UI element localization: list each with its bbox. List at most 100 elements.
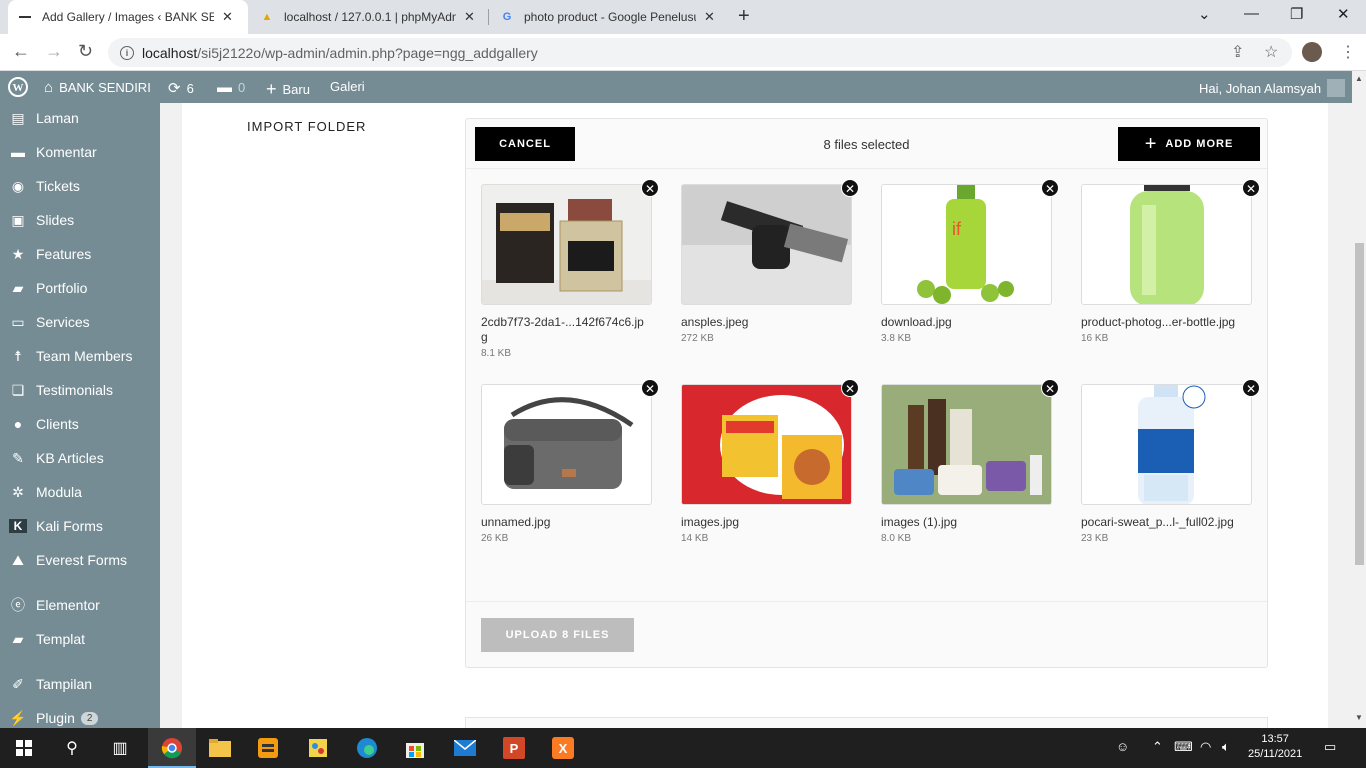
people-icon[interactable]: ☺ [1116,739,1129,754]
clients-icon: ● [13,416,23,432]
add-more-label: ADD MORE [1165,138,1234,150]
bookmark-star-icon[interactable]: ☆ [1264,42,1278,62]
info-icon[interactable]: i [120,45,134,60]
browser-tab-phpmyadmin[interactable]: ▲ localhost / 127.0.0.1 | phpMyAdmin ✕ [250,0,486,34]
search-icon[interactable]: ⚲ [58,734,86,762]
file-explorer-icon[interactable] [206,734,234,762]
sidebar-item-slides[interactable]: ▣ Slides [0,205,160,235]
close-tab-icon[interactable]: ✕ [222,9,233,25]
tab-title: photo product - Google Penelusuran [524,10,696,24]
page-scrollbar[interactable]: ▲ ▼ [1352,71,1366,728]
file-name: unnamed.jpg [481,515,551,529]
reload-icon[interactable]: ↻ [78,41,93,62]
windows-start-icon[interactable] [10,734,38,762]
xampp-icon[interactable]: X [549,734,577,762]
close-tab-icon[interactable]: ✕ [464,9,475,25]
remove-file-icon[interactable]: ✕ [1041,179,1059,197]
elementor-icon: ⓔ [11,597,25,613]
remove-file-icon[interactable]: ✕ [641,379,659,397]
my-account-link[interactable]: Hai, Johan Alamsyah [1199,79,1346,97]
new-content-link[interactable]: + Baru [266,79,310,100]
mail-icon[interactable] [451,734,479,762]
powerpoint-icon[interactable]: P [500,734,528,762]
site-name-link[interactable]: ⌂ BANK SENDIRI [44,79,151,96]
file-thumbnail-watch [681,184,852,305]
sublime-text-icon[interactable] [254,734,282,762]
new-tab-button[interactable]: + [738,5,750,28]
sidebar-item-team-members[interactable]: ☨ Team Members [0,341,160,371]
sidebar-item-komentar[interactable]: ▬ Komentar [0,137,160,167]
sidebar-item-modula[interactable]: ✲ Modula [0,477,160,507]
forward-icon[interactable]: → [45,41,63,62]
share-icon[interactable]: ⇪ [1231,42,1244,62]
wordpress-favicon-icon [18,10,32,24]
remove-file-icon[interactable]: ✕ [841,379,859,397]
comments-link[interactable]: ▬ 0 [217,79,245,96]
chrome-icon[interactable] [158,734,186,762]
menu-dots-icon[interactable]: ⋮ [1340,42,1356,62]
sidebar-item-label: Team Members [36,348,133,364]
sidebar-item-everest-forms[interactable]: ⛰ Everest Forms [0,545,160,575]
file-name: 2cdb7f73-2da1-...142f674c6.jpg [481,315,644,344]
restore-icon[interactable]: ❐ [1290,5,1303,23]
sidebar-item-kali-forms[interactable]: K Kali Forms [0,511,160,541]
sidebar-item-testimonials[interactable]: ❏ Testimonials [0,375,160,405]
folder-icon: ▰ [12,279,24,296]
file-item: product-photog...er-bottle.jpg 16 KB [1081,184,1253,344]
upload-files-button[interactable]: UPLOAD 8 FILES [481,618,634,652]
plus-icon: + [266,79,277,99]
profile-avatar[interactable] [1302,42,1322,62]
sidebar-item-elementor[interactable]: ⓔ Elementor [0,590,160,620]
microsoft-store-icon[interactable] [401,734,429,762]
input-method-icon[interactable]: ⌨ [1174,739,1193,755]
url-field[interactable]: i localhost/si5j2122o/wp-admin/admin.php… [108,38,1292,67]
wifi-icon[interactable]: ◠ [1200,739,1211,755]
edge-icon[interactable] [353,734,381,762]
remove-file-icon[interactable]: ✕ [641,179,659,197]
add-more-button[interactable]: + ADD MORE [1118,127,1260,161]
remove-file-icon[interactable]: ✕ [1041,379,1059,397]
task-view-icon[interactable]: ▥ [106,734,134,762]
scroll-up-icon[interactable]: ▲ [1355,74,1363,83]
sidebar-item-services[interactable]: ▭ Services [0,307,160,337]
scroll-thumb[interactable] [1355,243,1364,565]
site-name: BANK SENDIRI [59,80,151,95]
close-window-icon[interactable]: ✕ [1337,5,1350,23]
sidebar-item-label: Plugin [36,710,75,726]
modula-icon: ✲ [12,483,24,500]
back-icon[interactable]: ← [12,41,30,62]
updates-link[interactable]: ⟳ 6 [168,79,194,97]
sidebar-item-templat[interactable]: ▰ Templat [0,624,160,654]
url-path: /si5j2122o/wp-admin/admin.php?page=ngg_a… [197,44,538,61]
paint-app-icon[interactable] [304,734,332,762]
remove-file-icon[interactable]: ✕ [1242,179,1260,197]
scroll-down-icon[interactable]: ▼ [1355,713,1363,722]
show-hidden-icons-chevron-icon[interactable]: ⌃ [1152,739,1163,755]
remove-file-icon[interactable]: ✕ [1242,379,1260,397]
taskbar-clock[interactable]: 13:57 25/11/2021 [1248,732,1302,762]
sidebar-item-portfolio[interactable]: ▰ Portfolio [0,273,160,303]
notification-center-icon[interactable]: ▭ [1324,739,1336,755]
sidebar-item-clients[interactable]: ● Clients [0,409,160,439]
sidebar-item-label: Tickets [36,178,80,194]
tab-search-icon[interactable]: ⌄ [1198,5,1211,23]
browser-tab-add-gallery[interactable]: Add Gallery / Images ‹ BANK SENDIRI ✕ [8,0,248,34]
import-folder-tab[interactable]: IMPORT FOLDER [247,119,366,134]
folder-icon: ▰ [12,630,24,647]
minimize-icon[interactable]: — [1244,5,1259,22]
gallery-link[interactable]: Galeri [330,79,365,94]
wordpress-logo-icon[interactable]: W [8,77,28,97]
sidebar-item-laman[interactable]: ▤ Laman [0,103,160,133]
volume-icon[interactable]: 🔈︎ [1222,739,1230,755]
browser-tab-google[interactable]: G photo product - Google Penelusuran ✕ [490,0,726,34]
sidebar-item-features[interactable]: ★ Features [0,239,160,269]
sidebar-item-kb-articles[interactable]: ✎ KB Articles [0,443,160,473]
sidebar-item-tickets[interactable]: ◉ Tickets [0,171,160,201]
remove-file-icon[interactable]: ✕ [841,179,859,197]
close-tab-icon[interactable]: ✕ [704,9,715,25]
file-size: 3.8 KB [881,333,912,344]
file-name: product-photog...er-bottle.jpg [1081,315,1236,329]
sidebar-item-tampilan[interactable]: ✐ Tampilan [0,669,160,699]
home-icon: ⌂ [44,79,54,96]
file-item: unnamed.jpg 26 KB [481,384,653,544]
